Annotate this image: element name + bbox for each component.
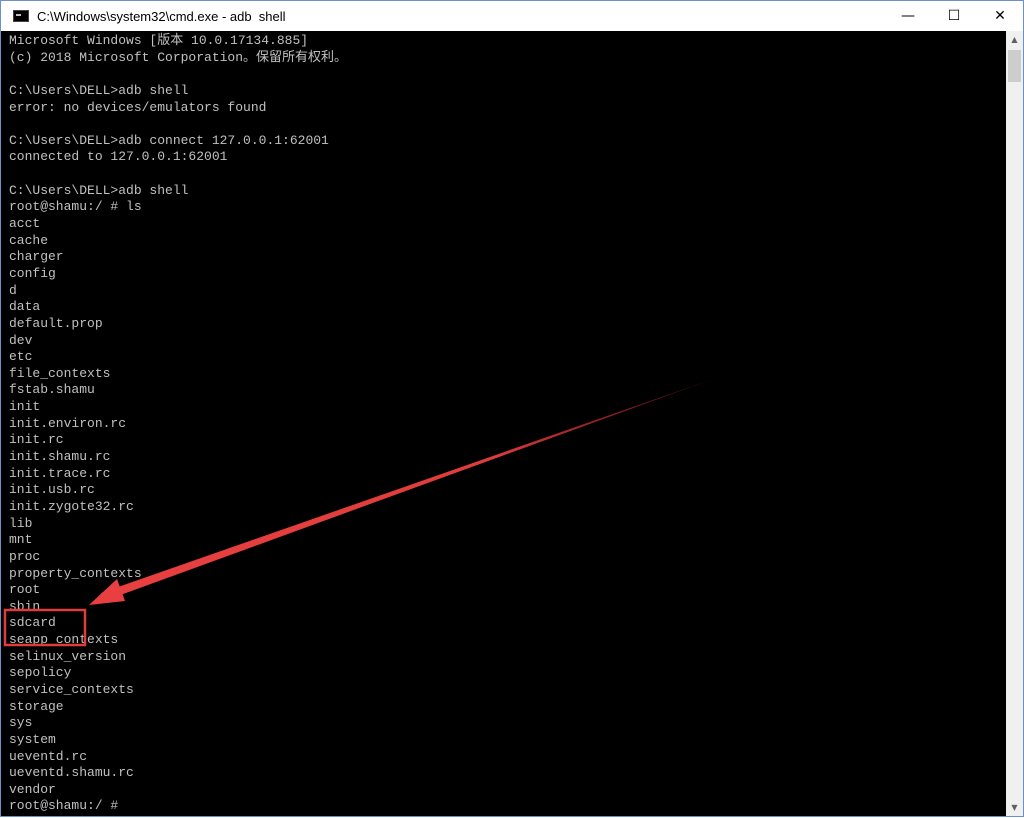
terminal-line: mnt	[9, 532, 33, 548]
scroll-thumb[interactable]	[1008, 50, 1021, 82]
terminal-line: acct	[9, 216, 41, 232]
terminal-line: vendor	[9, 781, 56, 797]
terminal-line: sbin	[9, 598, 41, 614]
terminal-line: dev	[9, 332, 33, 348]
terminal-line: selinux_version	[9, 648, 127, 664]
window-controls: — ☐ ✕	[885, 1, 1023, 31]
terminal-line: C:\Users\DELL>adb shell	[9, 82, 189, 98]
title-bar[interactable]: C:\Windows\system32\cmd.exe - adb shell …	[1, 1, 1023, 31]
cmd-window: C:\Windows\system32\cmd.exe - adb shell …	[0, 0, 1024, 817]
scroll-up-icon[interactable]: ▲	[1006, 31, 1023, 48]
terminal-line: property_contexts	[9, 565, 142, 581]
terminal-line: error: no devices/emulators found	[9, 99, 267, 115]
terminal-line: Microsoft Windows [版本 10.0.17134.885]	[9, 33, 309, 48]
terminal-line: proc	[9, 548, 41, 564]
terminal-line: (c) 2018 Microsoft Corporation。保留所有权利。	[9, 49, 348, 65]
terminal-line: connected to 127.0.0.1:62001	[9, 149, 228, 165]
terminal-line: default.prop	[9, 315, 103, 331]
terminal-line: data	[9, 299, 41, 315]
terminal-line: root@shamu:/ # ls	[9, 199, 142, 215]
terminal-line: fstab.shamu	[9, 382, 95, 398]
console-area[interactable]: Microsoft Windows [版本 10.0.17134.885] (c)…	[1, 31, 1006, 816]
terminal-line: sdcard	[9, 615, 56, 631]
terminal-line: init	[9, 399, 41, 415]
terminal-line: C:\Users\DELL>adb shell	[9, 182, 189, 198]
terminal-line: etc	[9, 349, 33, 365]
terminal-line: init.rc	[9, 432, 64, 448]
terminal-line: lib	[9, 515, 33, 531]
terminal-line: config	[9, 265, 56, 281]
terminal-line: ueventd.shamu.rc	[9, 765, 134, 781]
terminal-line: sepolicy	[9, 665, 72, 681]
terminal-line: seapp_contexts	[9, 632, 119, 648]
terminal-line: init.shamu.rc	[9, 449, 111, 465]
terminal-line: cache	[9, 232, 49, 248]
terminal-line: storage	[9, 698, 64, 714]
terminal-line: d	[9, 282, 17, 298]
terminal-line: C:\Users\DELL>adb connect 127.0.0.1:6200…	[9, 132, 329, 148]
terminal-output: Microsoft Windows [版本 10.0.17134.885] (c)…	[9, 33, 347, 815]
terminal-line: service_contexts	[9, 681, 134, 697]
maximize-button[interactable]: ☐	[931, 1, 977, 31]
terminal-line: init.trace.rc	[9, 465, 111, 481]
minimize-button[interactable]: —	[885, 1, 931, 31]
scroll-down-icon[interactable]: ▼	[1006, 799, 1023, 816]
window-title: C:\Windows\system32\cmd.exe - adb shell	[37, 8, 286, 24]
terminal-line: init.zygote32.rc	[9, 498, 134, 514]
terminal-line: system	[9, 731, 56, 747]
terminal-line: init.environ.rc	[9, 415, 127, 431]
terminal-line: charger	[9, 249, 64, 265]
terminal-line: root@shamu:/ #	[9, 798, 119, 814]
terminal-line: ueventd.rc	[9, 748, 88, 764]
terminal-line: sys	[9, 715, 33, 731]
cmd-icon[interactable]	[13, 10, 29, 22]
vertical-scrollbar[interactable]: ▲ ▼	[1006, 31, 1023, 816]
close-button[interactable]: ✕	[977, 1, 1023, 31]
terminal-line: root	[9, 582, 41, 598]
terminal-line: init.usb.rc	[9, 482, 95, 498]
terminal-line: file_contexts	[9, 365, 111, 381]
